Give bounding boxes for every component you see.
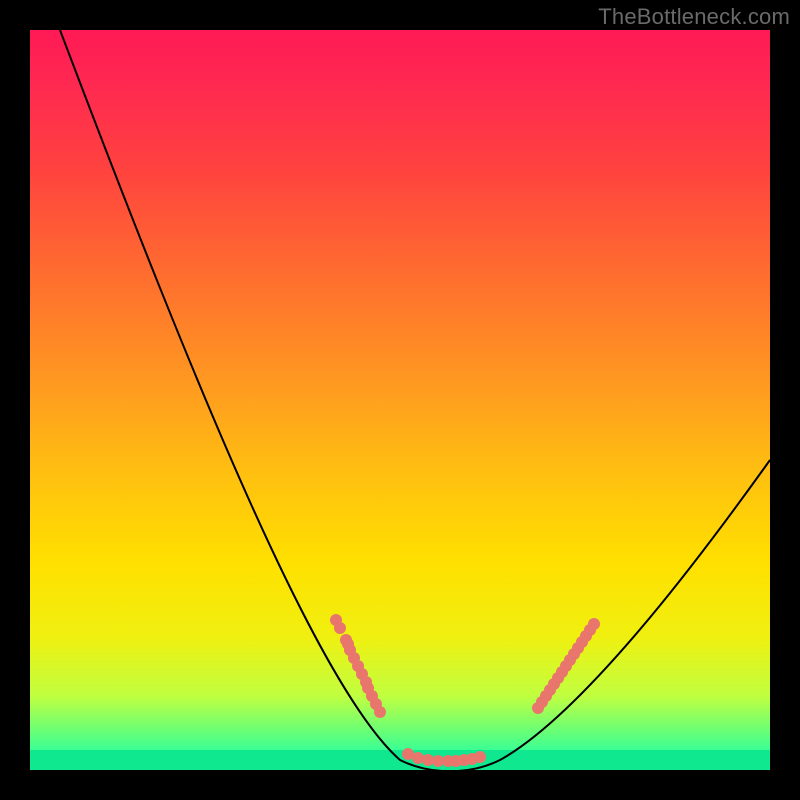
- highlight-dot: [412, 752, 424, 764]
- plot-area: [30, 30, 770, 770]
- highlight-dot: [334, 622, 346, 634]
- bottleneck-curve: [60, 30, 770, 770]
- highlight-dot: [374, 706, 386, 718]
- highlight-dots-left: [330, 614, 386, 718]
- watermark-text: TheBottleneck.com: [598, 4, 790, 30]
- highlight-dots-right: [532, 618, 600, 714]
- chart-frame: TheBottleneck.com: [0, 0, 800, 800]
- highlight-dot: [474, 751, 486, 763]
- highlight-dots-bottom: [402, 748, 486, 767]
- chart-svg: [30, 30, 770, 770]
- highlight-dot: [588, 618, 600, 630]
